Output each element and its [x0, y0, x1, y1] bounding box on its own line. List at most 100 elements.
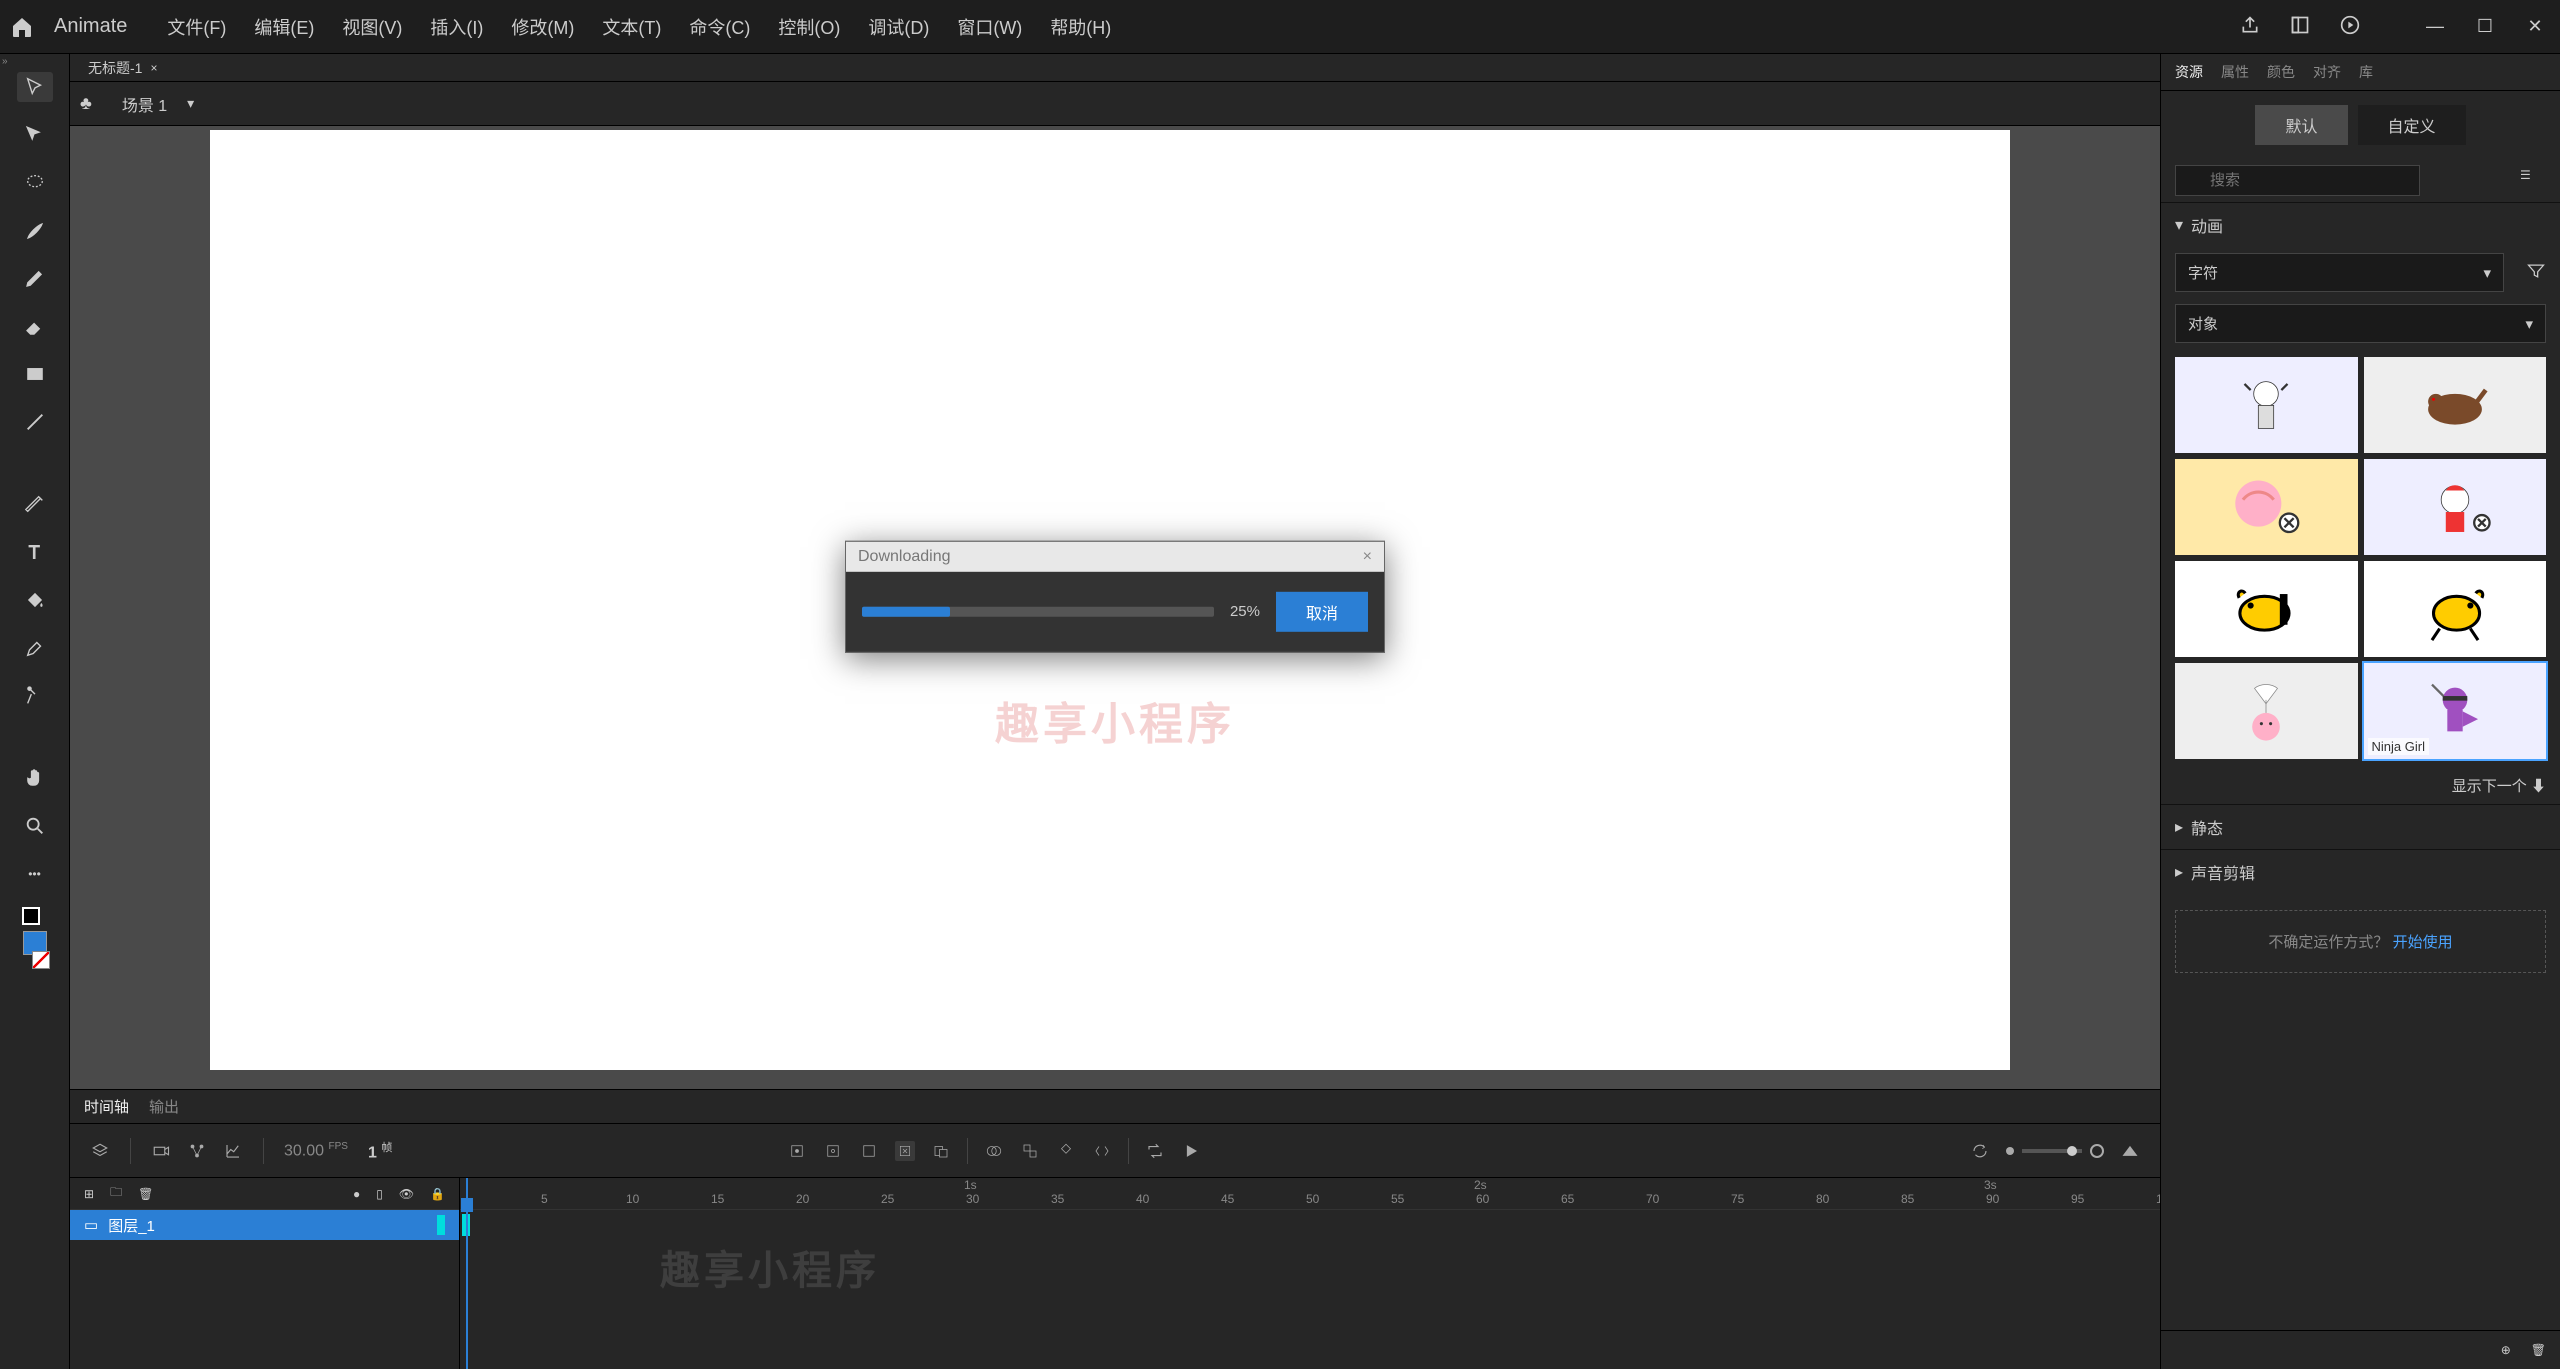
- menu-edit[interactable]: 编辑(E): [254, 14, 314, 40]
- tab-output[interactable]: 输出: [149, 1096, 179, 1117]
- minimize-button[interactable]: —: [2420, 16, 2450, 37]
- new-folder-icon[interactable]: 🗀: [110, 1183, 122, 1204]
- layer-outline-icon[interactable]: ▯: [376, 1187, 383, 1201]
- playhead[interactable]: [466, 1178, 468, 1369]
- frame-row[interactable]: [460, 1210, 2160, 1240]
- layer-lock-icon[interactable]: 🔒: [430, 1187, 445, 1201]
- search-input[interactable]: [2175, 165, 2420, 196]
- scene-nav-icon[interactable]: ♣: [80, 93, 92, 114]
- frame-icon[interactable]: [859, 1141, 879, 1161]
- no-color-swatch[interactable]: [32, 951, 50, 969]
- text-tool[interactable]: T: [17, 537, 53, 567]
- cancel-button[interactable]: 取消: [1276, 591, 1368, 631]
- add-asset-icon[interactable]: ⊕: [2501, 1343, 2511, 1357]
- chart-icon[interactable]: [223, 1141, 243, 1161]
- remove-frame-icon[interactable]: [931, 1141, 951, 1161]
- object-dropdown[interactable]: 对象 ▾: [2175, 304, 2546, 343]
- dialog-close-icon[interactable]: ×: [1363, 547, 1372, 565]
- camera-tool[interactable]: [17, 681, 53, 711]
- free-transform-tool[interactable]: [17, 120, 53, 150]
- menu-insert[interactable]: 插入(I): [430, 14, 483, 40]
- keyframe-insert-icon[interactable]: [787, 1141, 807, 1161]
- tab-properties[interactable]: 属性: [2221, 62, 2249, 82]
- scene-dropdown-icon[interactable]: ▾: [187, 95, 194, 112]
- asset-thumb-1[interactable]: [2175, 357, 2358, 453]
- mode-default-button[interactable]: 默认: [2255, 105, 2347, 145]
- line-tool[interactable]: [17, 407, 53, 437]
- asset-thumb-2[interactable]: [2364, 357, 2547, 453]
- show-more-button[interactable]: 显示下一个 ⬇: [2161, 767, 2560, 804]
- menu-view[interactable]: 视图(V): [342, 14, 402, 40]
- fps-display[interactable]: 30.00 FPS: [284, 1141, 348, 1160]
- menu-control[interactable]: 控制(O): [778, 14, 840, 40]
- zoom-tool[interactable]: [17, 811, 53, 841]
- graph-icon[interactable]: [187, 1141, 207, 1161]
- tab-assets[interactable]: 资源: [2175, 62, 2203, 82]
- auto-keyframe-icon[interactable]: [895, 1141, 915, 1161]
- layer-visibility-icon[interactable]: 👁: [399, 1187, 414, 1201]
- loop-icon[interactable]: [1145, 1141, 1165, 1161]
- asset-thumb-5[interactable]: [2175, 561, 2358, 657]
- character-dropdown[interactable]: 字符 ▾: [2175, 253, 2504, 292]
- hand-tool[interactable]: [17, 763, 53, 793]
- tab-timeline[interactable]: 时间轴: [84, 1096, 129, 1117]
- workspace-icon[interactable]: [2290, 15, 2310, 38]
- asset-thumb-3[interactable]: [2175, 459, 2358, 555]
- menu-commands[interactable]: 命令(C): [689, 14, 750, 40]
- paint-brush-tool[interactable]: [17, 263, 53, 293]
- marker-icon[interactable]: [1056, 1141, 1076, 1161]
- layer-highlight-icon[interactable]: ●: [353, 1187, 360, 1201]
- document-tab[interactable]: 无标题-1 ×: [80, 54, 165, 82]
- help-link[interactable]: 开始使用: [2393, 934, 2453, 951]
- asset-thumb-4[interactable]: [2364, 459, 2547, 555]
- new-layer-icon[interactable]: ⊞: [84, 1187, 94, 1201]
- timeline-ruler[interactable]: 5101520253035404550556065707580859095100…: [460, 1178, 2160, 1210]
- layer-row[interactable]: ▭ 图层_1: [70, 1210, 459, 1240]
- eraser-tool[interactable]: [17, 311, 53, 341]
- menu-file[interactable]: 文件(F): [167, 14, 226, 40]
- menu-help[interactable]: 帮助(H): [1050, 14, 1111, 40]
- asset-thumb-7[interactable]: [2175, 663, 2358, 759]
- tab-align[interactable]: 对齐: [2313, 62, 2341, 82]
- menu-window[interactable]: 窗口(W): [957, 14, 1022, 40]
- menu-debug[interactable]: 调试(D): [868, 14, 929, 40]
- tab-color[interactable]: 颜色: [2267, 62, 2295, 82]
- mode-custom-button[interactable]: 自定义: [2358, 105, 2466, 145]
- scene-name[interactable]: 场景 1: [122, 92, 167, 116]
- paint-bucket-tool[interactable]: [17, 585, 53, 615]
- selection-tool[interactable]: [17, 72, 53, 102]
- asset-thumb-8[interactable]: Ninja Girl: [2364, 663, 2547, 759]
- eyedropper-tool[interactable]: [17, 633, 53, 663]
- brush-tool[interactable]: [17, 216, 53, 246]
- menu-modify[interactable]: 修改(M): [511, 14, 574, 40]
- close-button[interactable]: ✕: [2520, 16, 2550, 37]
- asset-thumb-6[interactable]: [2364, 561, 2547, 657]
- share-icon[interactable]: [2240, 15, 2260, 38]
- menu-text[interactable]: 文本(T): [602, 14, 661, 40]
- more-tools-icon[interactable]: •••: [17, 859, 53, 889]
- close-tab-icon[interactable]: ×: [150, 61, 157, 75]
- timeline-zoom-slider[interactable]: [2006, 1144, 2104, 1158]
- edit-multiple-icon[interactable]: [1020, 1141, 1040, 1161]
- layers-icon[interactable]: [90, 1141, 110, 1161]
- rectangle-tool[interactable]: [17, 359, 53, 389]
- maximize-button[interactable]: ☐: [2470, 16, 2500, 37]
- scroll-to-playhead-icon[interactable]: [1970, 1141, 1990, 1161]
- onion-skin-icon[interactable]: [984, 1141, 1004, 1161]
- home-icon[interactable]: [10, 15, 34, 39]
- section-static-header[interactable]: ▸ 静态: [2161, 804, 2560, 849]
- center-frame-icon[interactable]: [1092, 1141, 1112, 1161]
- tab-library[interactable]: 库: [2359, 62, 2373, 82]
- camera-timeline-icon[interactable]: [151, 1141, 171, 1161]
- pen-tool[interactable]: [17, 489, 53, 519]
- stroke-color-swatch[interactable]: [22, 907, 40, 925]
- fit-timeline-icon[interactable]: [2120, 1141, 2140, 1161]
- lasso-tool[interactable]: [17, 168, 53, 198]
- delete-layer-icon[interactable]: 🗑: [138, 1187, 153, 1201]
- blank-keyframe-icon[interactable]: [823, 1141, 843, 1161]
- delete-asset-icon[interactable]: 🗑: [2531, 1343, 2546, 1357]
- section-sound-header[interactable]: ▸ 声音剪辑: [2161, 849, 2560, 894]
- play-button[interactable]: [1181, 1141, 1201, 1161]
- frames-area[interactable]: 5101520253035404550556065707580859095100…: [460, 1178, 2160, 1369]
- list-view-icon[interactable]: ☰: [2520, 168, 2546, 194]
